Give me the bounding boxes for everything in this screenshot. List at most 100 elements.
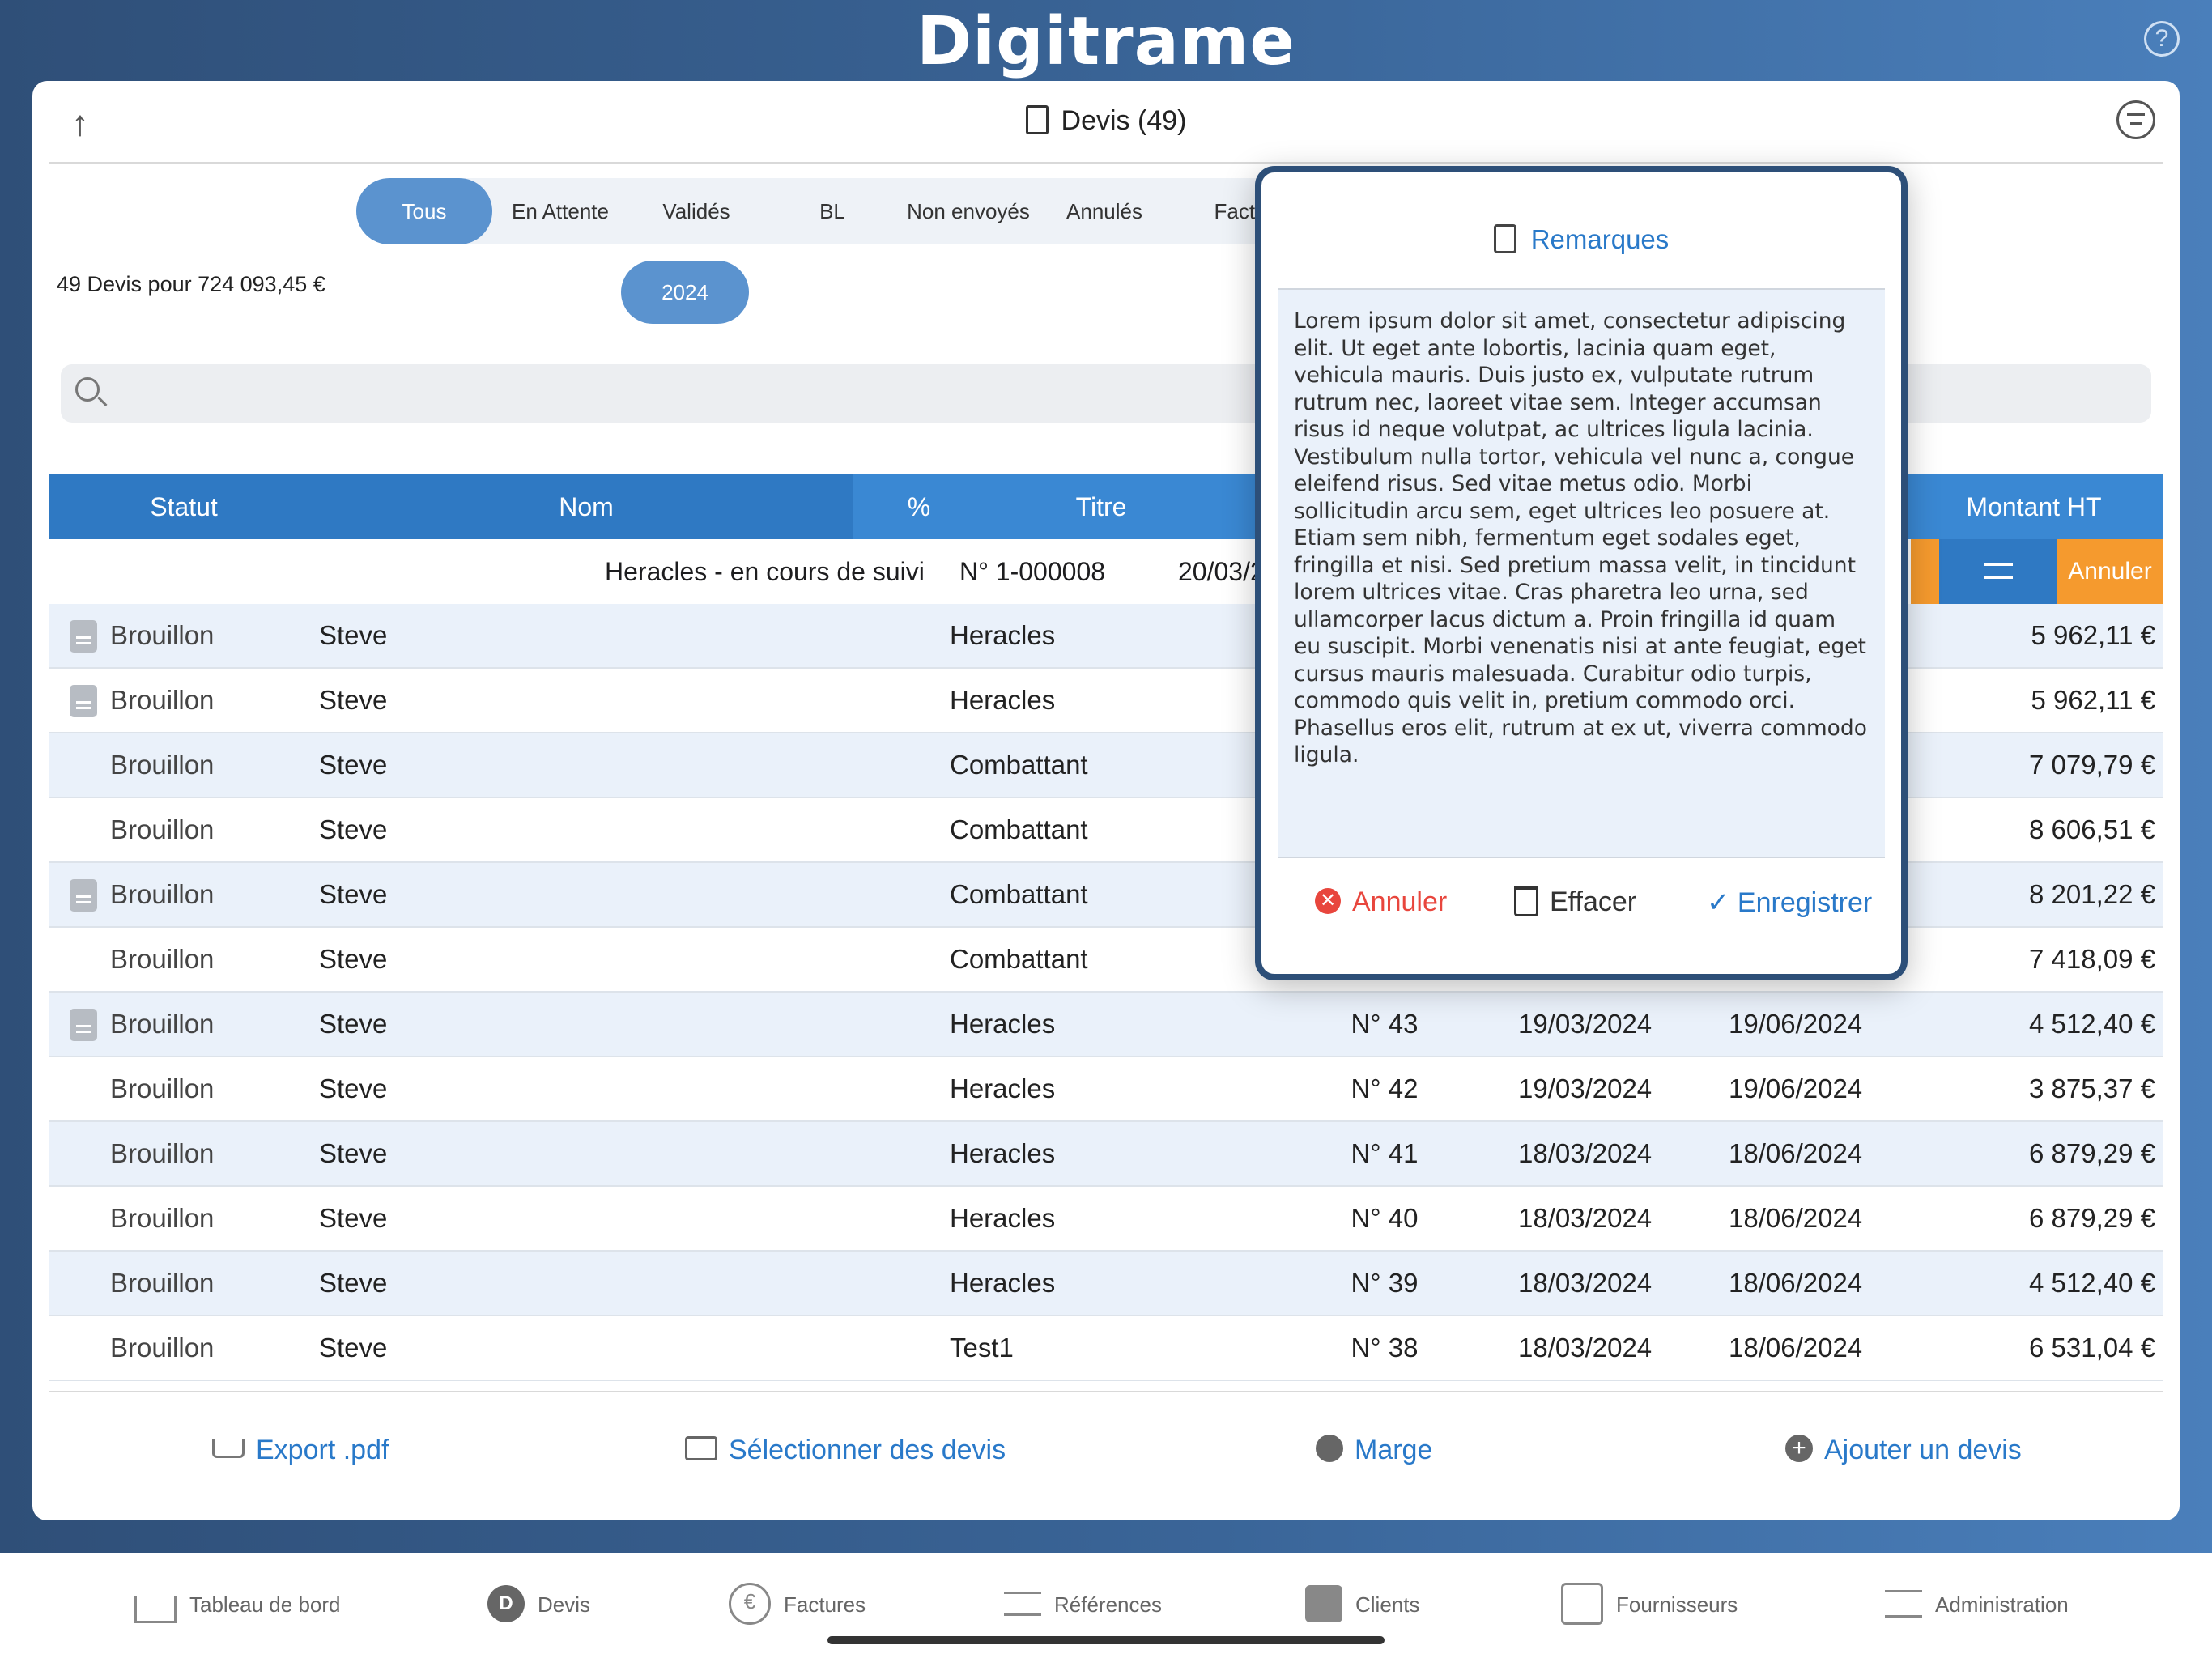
row-montant: 8 201,22 € <box>2029 879 2155 909</box>
cancel-button[interactable]: ✕ Annuler <box>1315 886 1447 918</box>
client-icon <box>1305 1585 1342 1623</box>
tab-label: Clients <box>1355 1592 1420 1617</box>
tab-label: Références <box>1054 1592 1162 1617</box>
row-statut: Brouillon <box>110 685 215 715</box>
filter-icon[interactable] <box>2116 100 2155 139</box>
row-nom: Steve <box>319 1073 388 1103</box>
note-icon <box>1493 224 1516 254</box>
segment-bl[interactable]: BL <box>764 178 900 244</box>
clear-button[interactable]: Effacer <box>1514 886 1636 919</box>
table-row[interactable]: Brouillon Steve Heracles N° 43 19/03/202… <box>49 993 2163 1057</box>
row-number: N° 43 <box>1351 1009 1419 1039</box>
home-indicator[interactable] <box>827 1636 1385 1644</box>
row-statut: Brouillon <box>110 1268 215 1298</box>
note-icon <box>70 879 97 912</box>
row-montant: 4 512,40 € <box>2029 1268 2155 1298</box>
row-validity-date: 18/06/2024 <box>1729 1203 1863 1233</box>
divider <box>1278 857 1885 858</box>
select-quotes-button[interactable]: Sélectionner des devis <box>685 1435 1006 1466</box>
add-quote-label: Ajouter un devis <box>1824 1435 2022 1465</box>
tab-administration[interactable]: Administration <box>1885 1580 2069 1629</box>
row-statut: Brouillon <box>110 944 215 974</box>
row-titre: Combattant <box>950 879 1088 909</box>
remarks-textarea[interactable]: Lorem ipsum dolor sit amet, consectetur … <box>1278 290 1885 857</box>
tab-clients[interactable]: Clients <box>1305 1580 1419 1629</box>
swipe-cancel-button[interactable]: Annuler <box>2057 539 2163 604</box>
segment-tous[interactable]: Tous <box>356 178 492 244</box>
tab-references[interactable]: Références <box>1004 1580 1162 1629</box>
row-validity-date: 19/06/2024 <box>1729 1073 1863 1103</box>
row-validity-date: 19/06/2024 <box>1729 1009 1863 1039</box>
table-row[interactable]: Brouillon Steve Heracles N° 39 18/03/202… <box>49 1252 2163 1316</box>
euro-icon: € <box>729 1583 771 1626</box>
add-quote-button[interactable]: + Ajouter un devis <box>1785 1435 2022 1466</box>
column-montant-ht[interactable]: Montant HT <box>1904 474 2163 539</box>
row-nom: Steve <box>319 1333 388 1363</box>
row-statut: Brouillon <box>110 750 215 780</box>
row-titre: Heracles <box>950 1009 1056 1039</box>
column-titre[interactable]: Titre <box>943 474 1259 539</box>
row-titre: Combattant <box>950 750 1088 780</box>
row-statut: Brouillon <box>110 620 215 650</box>
table-row[interactable]: Brouillon Steve Test1 N° 38 18/03/2024 1… <box>49 1316 2163 1381</box>
swipe-indicator <box>1911 539 1939 604</box>
details-action-icon[interactable] <box>1939 539 2057 604</box>
tab-factures[interactable]: € Factures <box>729 1580 866 1629</box>
column-percent[interactable]: % <box>899 474 939 539</box>
table-row[interactable]: Brouillon Steve Heracles N° 42 19/03/202… <box>49 1057 2163 1122</box>
segment-en-attente[interactable]: En Attente <box>492 178 628 244</box>
row-validity-date: 18/06/2024 <box>1729 1333 1863 1363</box>
row-number: N° 1-000008 <box>959 557 1106 586</box>
row-montant: 3 875,37 € <box>2029 1073 2155 1103</box>
column-statut[interactable]: Statut <box>49 474 319 539</box>
row-nom: Steve <box>319 814 388 844</box>
page-title: Devis (49) <box>49 105 2163 137</box>
save-button[interactable]: ✓ Enregistrer <box>1707 886 1872 919</box>
remarks-title-text: Remarques <box>1530 224 1670 254</box>
plus-icon: + <box>1785 1435 1813 1463</box>
clear-label: Effacer <box>1550 886 1637 917</box>
row-validity-date: 18/06/2024 <box>1729 1138 1863 1168</box>
row-statut: Brouillon <box>110 879 215 909</box>
row-montant: 7 418,09 € <box>2029 944 2155 974</box>
search-icon <box>75 377 100 402</box>
home-icon <box>134 1596 177 1623</box>
row-date: 18/03/2024 <box>1518 1203 1653 1233</box>
marge-label: Marge <box>1355 1435 1433 1465</box>
devis-icon: D <box>487 1585 525 1623</box>
row-date: 18/03/2024 <box>1518 1138 1653 1168</box>
table-row[interactable]: Brouillon Steve Heracles N° 41 18/03/202… <box>49 1122 2163 1187</box>
marge-button[interactable]: Marge <box>1316 1435 1432 1466</box>
row-montant: 5 962,11 € <box>2031 685 2155 715</box>
cancel-label: Annuler <box>1352 886 1448 917</box>
segment-annules[interactable]: Annulés <box>1036 178 1172 244</box>
year-filter[interactable]: 2024 <box>621 261 749 324</box>
export-pdf-button[interactable]: Export .pdf <box>212 1435 389 1466</box>
tab-tableau-de-bord[interactable]: Tableau de bord <box>134 1580 340 1629</box>
segment-non-envoyes[interactable]: Non envoyés <box>900 178 1036 244</box>
tab-label: Fournisseurs <box>1616 1592 1738 1617</box>
row-date: 19/03/2024 <box>1518 1009 1653 1039</box>
tab-devis[interactable]: D Devis <box>487 1580 590 1629</box>
row-montant: 6 531,04 € <box>2029 1333 2155 1363</box>
row-montant: 5 962,11 € <box>2031 620 2155 650</box>
tab-label: Tableau de bord <box>189 1592 341 1617</box>
column-nom[interactable]: Nom <box>319 474 853 539</box>
tab-fournisseurs[interactable]: Fournisseurs <box>1561 1580 1738 1629</box>
row-titre: Heracles <box>950 1138 1056 1168</box>
row-titre: Heracles <box>950 1268 1056 1298</box>
help-icon[interactable]: ? <box>2144 21 2180 57</box>
row-titre: Test1 <box>950 1333 1014 1363</box>
row-statut: Brouillon <box>110 1333 215 1363</box>
close-icon: ✕ <box>1315 888 1341 915</box>
select-icon <box>685 1436 717 1461</box>
row-nom: Steve <box>319 944 388 974</box>
supplier-icon <box>1561 1583 1603 1626</box>
remarks-popover: Remarques Lorem ipsum dolor sit amet, co… <box>1255 166 1908 980</box>
row-nom: Steve <box>319 1138 388 1168</box>
segment-valides[interactable]: Validés <box>628 178 764 244</box>
row-titre: Heracles <box>950 1203 1056 1233</box>
row-statut: Brouillon <box>110 1203 215 1233</box>
table-row[interactable]: Brouillon Steve Heracles N° 40 18/03/202… <box>49 1187 2163 1252</box>
pie-chart-icon <box>1316 1435 1343 1463</box>
